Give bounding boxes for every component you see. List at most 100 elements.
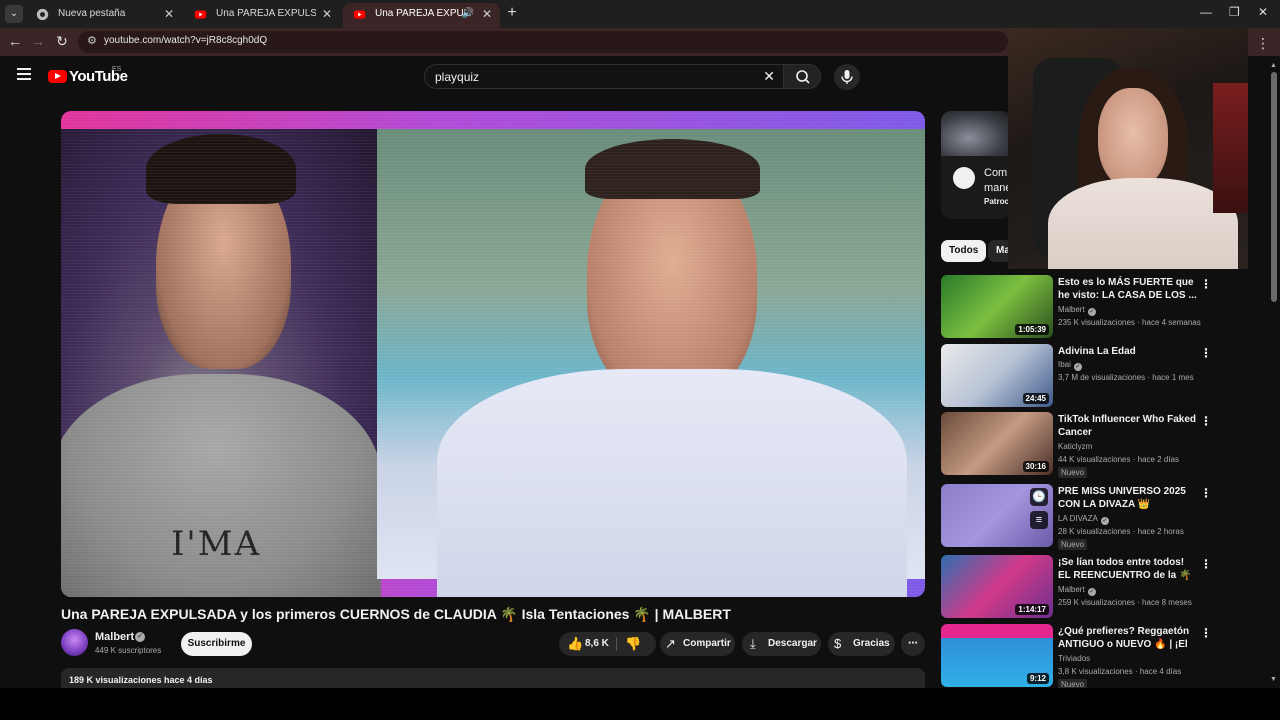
window-close-button[interactable]: ✕ [1258, 5, 1268, 19]
recommendation-title[interactable]: Esto es lo MÁS FUERTE que he visto: LA C… [1058, 276, 1198, 302]
minimize-button[interactable]: — [1200, 5, 1212, 19]
more-vertical-icon[interactable]: ⋮ [1200, 486, 1212, 500]
recommendation-channel[interactable]: Malbert ✓ [1058, 305, 1096, 316]
recommendation-title[interactable]: PRE MISS UNIVERSO 2025 CON LA DIVAZA 👑 [1058, 485, 1198, 511]
new-tab-button[interactable]: + [504, 4, 520, 22]
channel-name: Malbert [1058, 585, 1085, 594]
chrome-icon [36, 8, 49, 21]
microphone-icon [841, 70, 853, 84]
subscribe-button[interactable]: Suscribirme [181, 632, 252, 656]
thanks-label: Gracias [853, 638, 890, 649]
recommendation-channel[interactable]: Triviados [1058, 654, 1090, 663]
channel-name: LA DIVAZA [1058, 514, 1098, 523]
tab-youtube-1[interactable]: Una PAREJA EXPULSADA y los p ✕ [184, 3, 340, 28]
thumbs-up-icon[interactable]: 👍 [567, 632, 583, 656]
recommendation-item[interactable]: 30:16 TikTok Influencer Who Faked Cancer… [941, 412, 1212, 478]
close-icon[interactable]: ✕ [482, 3, 492, 25]
upload-age: hace 4 semanas [1142, 318, 1201, 327]
video-player[interactable]: I'MA [61, 111, 925, 597]
video-title: Una PAREJA EXPULSADA y los primeros CUER… [61, 606, 731, 622]
add-to-queue-icon[interactable]: ≡ [1030, 511, 1048, 529]
video-thumbnail[interactable]: 9:12 [941, 624, 1053, 687]
video-thumbnail[interactable]: 24:45 [941, 344, 1053, 407]
recommendation-title[interactable]: ¿Qué prefieres? Reggaetón ANTIGUO o NUEV… [1058, 625, 1198, 651]
channel-name: Ibai [1058, 360, 1071, 369]
video-thumbnail[interactable]: 1:14:17 [941, 555, 1053, 618]
scroll-down-icon[interactable]: ▼ [1270, 676, 1277, 683]
ad-thumbnail [941, 111, 1011, 156]
back-arrow-icon[interactable]: ← [7, 33, 23, 49]
video-frame-left-host: I'MA [61, 129, 381, 597]
browser-tab-bar: ⌄ Nueva pestaña ✕ Una PAREJA EXPULSADA y… [0, 0, 1280, 28]
view-count: 235 K visualizaciones [1058, 318, 1135, 327]
recommendation-item[interactable]: 🕒 ≡ PRE MISS UNIVERSO 2025 CON LA DIVAZA… [941, 484, 1212, 550]
share-button[interactable]: ↗ Compartir [660, 632, 735, 656]
close-icon[interactable]: ✕ [164, 3, 174, 25]
tab-youtube-active[interactable]: Una PAREJA EXPULSADA y 🔊 ✕ [343, 3, 500, 28]
thanks-button[interactable]: $ Gracias [828, 632, 895, 656]
recommendation-item[interactable]: 9:12 ¿Qué prefieres? Reggaetón ANTIGUO o… [941, 624, 1212, 690]
channel-avatar[interactable] [61, 629, 88, 656]
chip-todos[interactable]: Todos [941, 240, 987, 262]
forward-arrow-icon[interactable]: → [30, 33, 46, 49]
thumbs-down-icon[interactable]: 👎 [625, 632, 641, 656]
download-label: Descargar [768, 638, 817, 649]
close-icon[interactable]: ✕ [322, 3, 332, 25]
tab-nueva-pestana[interactable]: Nueva pestaña ✕ [26, 3, 182, 28]
sponsored-ad-card[interactable]: Com mane Patroc [941, 111, 1011, 219]
recommendation-title[interactable]: TikTok Influencer Who Faked Cancer [1058, 413, 1198, 439]
view-count: 259 K visualizaciones [1058, 598, 1135, 607]
tab-search-button[interactable]: ⌄ [5, 5, 23, 23]
verified-icon: ✓ [1100, 517, 1109, 525]
youtube-icon [353, 10, 366, 19]
clear-search-icon[interactable]: ✕ [763, 68, 775, 85]
more-vertical-icon[interactable]: ⋮ [1200, 414, 1212, 428]
restore-button[interactable]: ❐ [1229, 5, 1240, 19]
like-count[interactable]: 8,6 K [585, 632, 609, 656]
browser-menu-icon[interactable]: ⋮ [1256, 35, 1270, 52]
download-icon: ⤓ [750, 636, 756, 651]
region-code: ES [112, 66, 122, 73]
recommendation-item[interactable]: 24:45 Adivina La Edad Ibai ✓ 3,7 M de vis… [941, 344, 1212, 408]
more-vertical-icon[interactable]: ⋮ [1200, 277, 1212, 291]
more-vertical-icon[interactable]: ⋮ [1200, 557, 1212, 571]
tab-label: Una PAREJA EXPULSADA y los p [216, 8, 316, 19]
speaker-icon[interactable]: 🔊 [462, 3, 474, 25]
recommendation-meta: 235 K visualizaciones · hace 4 semanas [1058, 318, 1201, 327]
recommendation-title[interactable]: Adivina La Edad [1058, 345, 1198, 358]
search-icon [796, 70, 810, 84]
channel-name[interactable]: Malbert [95, 631, 134, 643]
recommendation-item[interactable]: 1:05:39 Esto es lo MÁS FUERTE que he vis… [941, 275, 1212, 339]
search-button[interactable] [783, 64, 821, 89]
view-count: 44 K visualizaciones [1058, 455, 1131, 464]
search-input[interactable]: playquiz ✕ [424, 64, 784, 89]
video-thumbnail[interactable]: 🕒 ≡ [941, 484, 1053, 547]
hamburger-menu-icon[interactable] [17, 68, 31, 83]
recommendation-channel[interactable]: Ibai ✓ [1058, 360, 1082, 371]
recommendation-channel[interactable]: Malbert ✓ [1058, 585, 1096, 596]
more-vertical-icon[interactable]: ⋮ [1200, 346, 1212, 360]
voice-search-button[interactable] [834, 64, 860, 90]
video-duration: 1:05:39 [1015, 324, 1049, 335]
more-vertical-icon[interactable]: ⋮ [1200, 626, 1212, 640]
recommendation-title[interactable]: ¡Se lían todos entre todos! EL REENCUENT… [1058, 556, 1198, 582]
site-settings-icon[interactable]: ⚙ [87, 34, 97, 47]
download-button[interactable]: ⤓ Descargar [742, 632, 821, 656]
ad-title-line2: mane [984, 182, 1011, 194]
omnibox[interactable]: ⚙ youtube.com/watch?v=jR8c8cgh0dQ [78, 31, 1008, 53]
screen-bottom-bar [0, 688, 1280, 720]
video-duration: 1:14:17 [1015, 604, 1049, 615]
video-thumbnail[interactable]: 30:16 [941, 412, 1053, 475]
more-actions-button[interactable]: ⋯ [901, 632, 925, 656]
scroll-up-icon[interactable]: ▲ [1270, 62, 1277, 69]
page-scrollbar[interactable]: ▲ ▼ [1270, 62, 1278, 688]
watch-later-icon[interactable]: 🕒 [1030, 488, 1048, 506]
scrollbar-thumb[interactable] [1271, 72, 1277, 302]
recommendation-channel[interactable]: LA DIVAZA ✓ [1058, 514, 1109, 525]
recommendation-item[interactable]: 1:14:17 ¡Se lían todos entre todos! EL R… [941, 555, 1212, 619]
more-horizontal-icon: ⋯ [908, 638, 918, 649]
advertiser-logo [953, 167, 975, 189]
recommendation-channel[interactable]: Katiclyzm [1058, 442, 1092, 451]
video-thumbnail[interactable]: 1:05:39 [941, 275, 1053, 338]
reload-icon[interactable]: ↻ [54, 33, 70, 50]
